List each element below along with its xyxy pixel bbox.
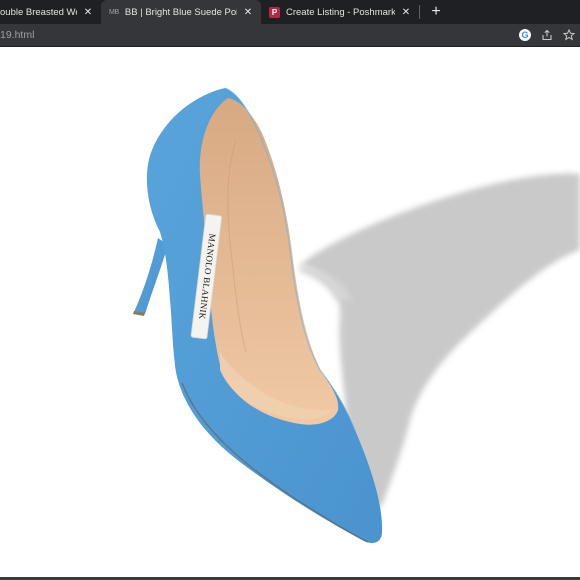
new-tab-icon[interactable]: + (424, 0, 448, 24)
page-viewport: MANOLO BLAHNIK (0, 47, 580, 580)
share-icon[interactable] (536, 24, 558, 46)
shoe-heel (134, 238, 168, 314)
close-icon[interactable]: ✕ (399, 5, 413, 19)
product-shoe-image: MANOLO BLAHNIK (133, 87, 580, 544)
tab-separator (419, 5, 420, 19)
tab-strip: ouble Breasted Wool B ✕ MB BB | Bright B… (0, 0, 580, 24)
close-icon[interactable]: ✕ (241, 5, 255, 19)
tab-manolo-blahnik[interactable]: MB BB | Bright Blue Suede Pointed To ✕ (101, 0, 261, 24)
tab-double-breasted[interactable]: ouble Breasted Wool B ✕ (0, 0, 101, 24)
google-icon[interactable]: G (514, 24, 536, 46)
tab-title: Create Listing - Poshmark (286, 6, 395, 18)
address-bar-url[interactable]: 19.html (0, 29, 514, 41)
bookmark-star-icon[interactable] (558, 24, 580, 46)
address-toolbar: 19.html G (0, 24, 580, 46)
tab-poshmark[interactable]: P Create Listing - Poshmark ✕ (261, 0, 419, 24)
tab-title: ouble Breasted Wool B (0, 6, 77, 18)
tab-title: BB | Bright Blue Suede Pointed To (124, 6, 237, 18)
poshmark-icon: P (269, 6, 280, 18)
close-icon[interactable]: ✕ (81, 5, 95, 19)
manolo-blahnik-favicon-icon: MB (109, 8, 119, 16)
